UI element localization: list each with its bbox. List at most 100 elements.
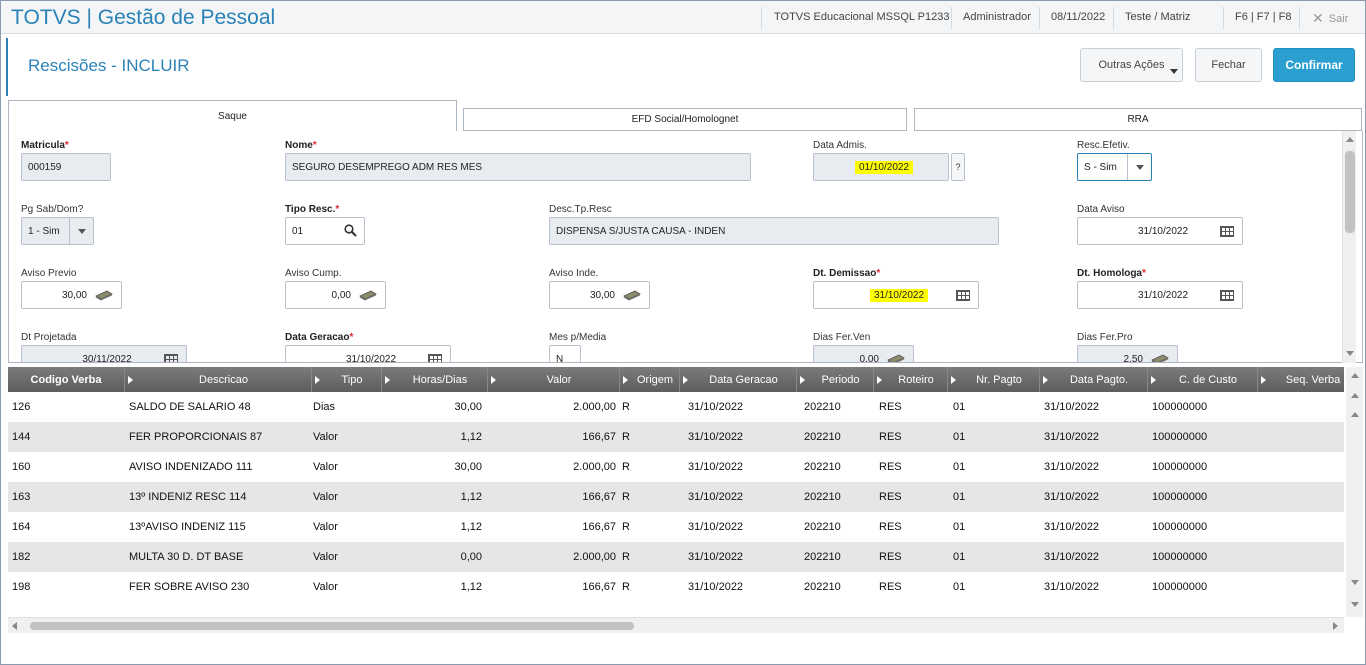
table-row[interactable]: 198 FER SOBRE AVISO 230 Valor 1,12 166,67 R 31…	[8, 572, 1344, 602]
nome-label: Nome*	[285, 140, 317, 151]
dias-fer-pro-field[interactable]: 2,50	[1077, 345, 1178, 362]
confirm-button[interactable]: Confirmar	[1273, 48, 1355, 82]
sort-arrow-icon	[1043, 375, 1048, 384]
scroll-right-icon[interactable]	[1333, 622, 1338, 630]
caret-down-icon	[1170, 69, 1178, 74]
column-header[interactable]: Data Pagto.	[1040, 367, 1148, 392]
tab-saque[interactable]: Saque	[8, 100, 457, 131]
table-cell-codigo: 144	[12, 431, 31, 443]
scroll-up-icon[interactable]	[1351, 412, 1359, 417]
data-geracao-field[interactable]: 31/10/2022	[285, 345, 451, 362]
help-button[interactable]: ?	[951, 153, 965, 181]
tab-rra[interactable]: RRA	[914, 108, 1362, 131]
money-icon[interactable]	[359, 289, 377, 301]
company-branch[interactable]: Teste / Matriz	[1125, 11, 1190, 23]
dt-homologa-field[interactable]: 31/10/2022	[1077, 281, 1243, 309]
exit-button[interactable]: ✕ Sair	[1312, 10, 1348, 27]
column-header-label: Valor	[546, 373, 572, 386]
nome-field[interactable]: SEGURO DESEMPREGO ADM RES MES	[285, 153, 751, 181]
table-cell-horas: 1,12	[460, 491, 482, 503]
resc-efetiv-label: Resc.Efetiv.	[1077, 140, 1130, 151]
system-date[interactable]: 08/11/2022	[1051, 11, 1105, 23]
money-icon[interactable]	[1151, 353, 1169, 362]
data-admis-field[interactable]: 01/10/2022	[813, 153, 949, 181]
sort-arrow-icon	[623, 375, 628, 384]
scroll-left-icon[interactable]	[12, 622, 17, 630]
table-row[interactable]: 160 AVISO INDENIZADO 111 Valor 30,00 2.000,0…	[8, 452, 1344, 482]
table-row[interactable]: 163 13º INDENIZ RESC 114 Valor 1,12 166,67 R 3…	[8, 482, 1344, 512]
column-header[interactable]: Horas/Dias	[382, 367, 488, 392]
table-cell-horas: 30,00	[454, 461, 482, 473]
aviso-previo-field[interactable]: 30,00	[21, 281, 122, 309]
column-header[interactable]: Tipo	[312, 367, 382, 392]
matricula-field[interactable]: 000159	[21, 153, 111, 181]
column-header-label: Data Pagto.	[1069, 373, 1129, 386]
pg-sab-dom-select[interactable]: 1 - Sim	[21, 217, 94, 245]
grid-horizontal-scrollbar[interactable]	[8, 617, 1344, 633]
table-cell-descricao: MULTA 30 D. DT BASE	[129, 551, 244, 563]
table-cell-data-pagto: 31/10/2022	[1044, 521, 1100, 533]
column-header[interactable]: Nr. Pagto	[948, 367, 1040, 392]
calendar-icon[interactable]	[1220, 290, 1234, 301]
divider	[1223, 7, 1224, 29]
sort-arrow-icon	[1151, 375, 1156, 384]
page-title: Rescisões - INCLUIR	[28, 56, 190, 75]
grid-vertical-scrollbar[interactable]	[1346, 367, 1363, 617]
shortcut-keys[interactable]: F6 | F7 | F8	[1235, 11, 1291, 23]
scroll-up-icon[interactable]	[1351, 393, 1359, 398]
scroll-thumb[interactable]	[1345, 151, 1355, 233]
column-header[interactable]: C. de Custo	[1148, 367, 1258, 392]
column-header[interactable]: Valor	[488, 367, 620, 392]
column-header[interactable]: Roteiro	[874, 367, 948, 392]
aviso-inde-field[interactable]: 30,00	[549, 281, 650, 309]
calendar-icon[interactable]	[164, 354, 178, 362]
column-header[interactable]: Seq. Verba	[1258, 367, 1344, 392]
table-row[interactable]: 144 FER PROPORCIONAIS 87 Valor 1,12 166,67 R 3…	[8, 422, 1344, 452]
table-row[interactable]: 126 SALDO DE SALARIO 48 Dias 30,00 2.000,00 R…	[8, 392, 1344, 422]
matricula-label: Matricula*	[21, 140, 69, 151]
scroll-bottom-icon[interactable]	[1351, 602, 1359, 607]
scroll-up-icon[interactable]	[1346, 137, 1354, 142]
user-label[interactable]: Administrador	[963, 11, 1031, 23]
money-icon[interactable]	[623, 289, 641, 301]
scroll-top-icon[interactable]	[1351, 373, 1359, 378]
scroll-down-icon[interactable]	[1351, 580, 1359, 585]
app-brand: TOTVS | Gestão de Pessoal	[11, 6, 276, 29]
more-actions-button[interactable]: Outras Ações	[1080, 48, 1183, 82]
table-row[interactable]: 164 13ºAVISO INDENIZ 115 Valor 1,12 166,67 R 3…	[8, 512, 1344, 542]
table-cell-tipo: Valor	[313, 521, 338, 533]
dt-demissao-field[interactable]: 31/10/2022	[813, 281, 979, 309]
column-header[interactable]: Origem	[620, 367, 680, 392]
calendar-icon[interactable]	[428, 354, 442, 362]
scroll-down-icon[interactable]	[1346, 351, 1354, 356]
calendar-icon[interactable]	[1220, 226, 1234, 237]
money-icon[interactable]	[887, 353, 905, 362]
column-header[interactable]: Periodo	[797, 367, 874, 392]
scroll-thumb[interactable]	[30, 622, 634, 630]
column-header[interactable]: Data Geracao	[680, 367, 797, 392]
aviso-cump-field[interactable]: 0,00	[285, 281, 386, 309]
dt-projetada-field[interactable]: 30/11/2022	[21, 345, 187, 362]
table-row[interactable]: 182 MULTA 30 D. DT BASE Valor 0,00 2.000,00 R…	[8, 542, 1344, 572]
dias-fer-ven-field[interactable]: 0,00	[813, 345, 914, 362]
search-icon[interactable]	[344, 224, 357, 240]
divider	[1039, 7, 1040, 29]
resc-efetiv-select[interactable]: S - Sim	[1077, 153, 1152, 181]
form-scrollbar[interactable]	[1342, 131, 1356, 363]
table-cell-valor: 166,67	[582, 431, 616, 443]
money-icon[interactable]	[95, 289, 113, 301]
table-cell-origem: R	[622, 431, 630, 443]
data-aviso-field[interactable]: 31/10/2022	[1077, 217, 1243, 245]
table-cell-data-geracao: 31/10/2022	[688, 401, 744, 413]
close-button[interactable]: Fechar	[1195, 48, 1262, 82]
tab-efd-social[interactable]: EFD Social/Homolognet	[463, 108, 907, 131]
column-header[interactable]: Descricao	[125, 367, 312, 392]
table-cell-roteiro: RES	[879, 491, 902, 503]
tipo-resc-field[interactable]: 01	[285, 217, 365, 245]
desc-tp-resc-field[interactable]: DISPENSA S/JUSTA CAUSA - INDEN	[549, 217, 999, 245]
table-cell-data-pagto: 31/10/2022	[1044, 431, 1100, 443]
page-header: Rescisões - INCLUIR Outras Ações Fechar …	[6, 38, 1364, 96]
calendar-icon[interactable]	[956, 290, 970, 301]
column-header[interactable]: Codigo Verba	[8, 367, 125, 392]
mes-p-media-field[interactable]: N	[549, 345, 581, 362]
